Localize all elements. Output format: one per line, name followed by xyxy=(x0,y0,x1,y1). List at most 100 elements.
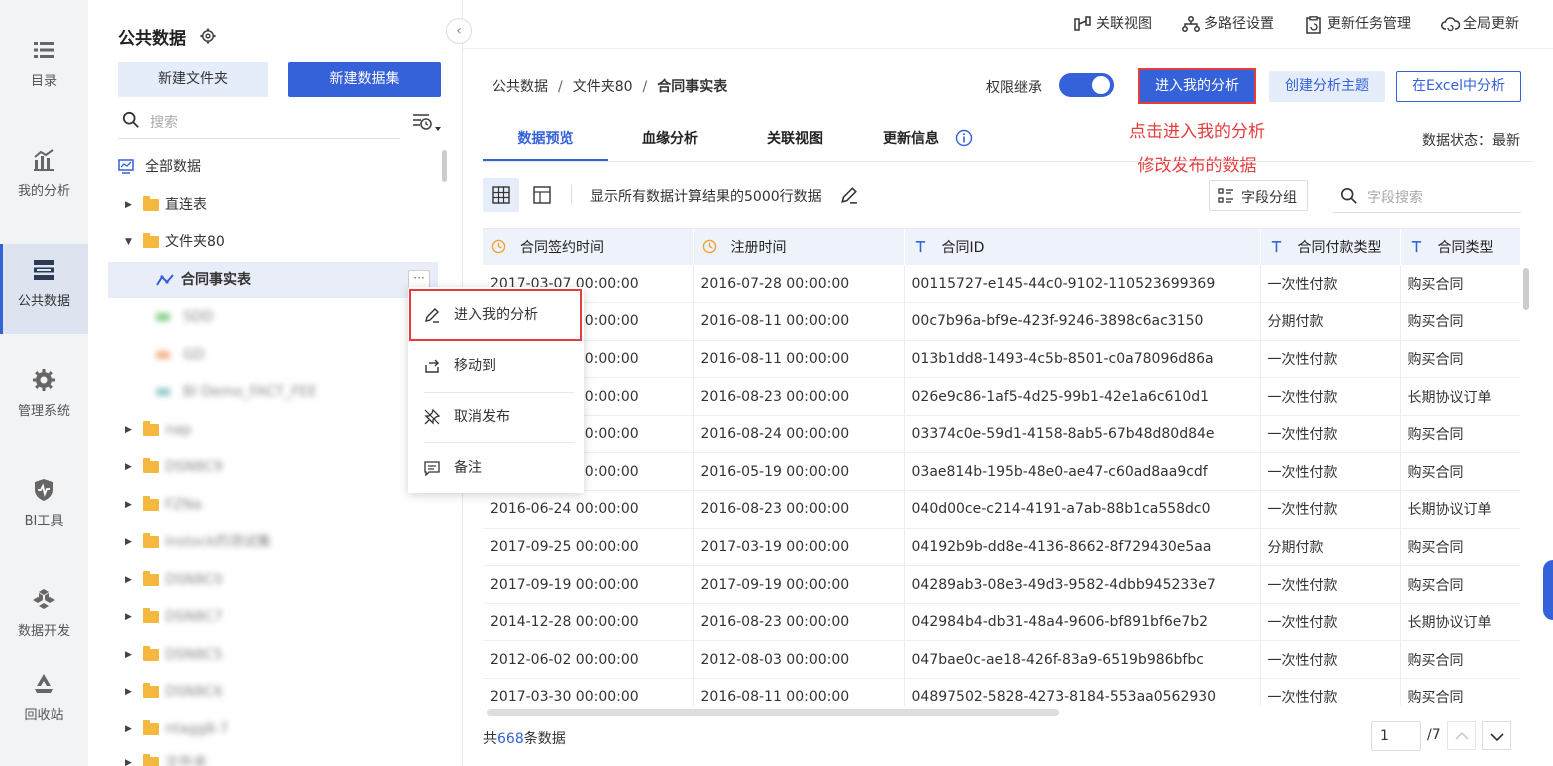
vertical-scrollbar[interactable] xyxy=(1523,268,1529,310)
caret-right-icon[interactable]: ▶ xyxy=(125,637,132,673)
table-row[interactable]: 2016-06-24 00:00:002016-08-23 00:00:0002… xyxy=(483,377,1520,416)
related-view-tool[interactable]: 关联视图 xyxy=(1074,14,1164,34)
caret-right-icon[interactable]: ▶ xyxy=(125,674,132,710)
menu-item-note[interactable]: 备注 xyxy=(408,443,584,493)
tree-folder-row[interactable]: ▶ DSN8C7 xyxy=(108,599,438,635)
settings-icon[interactable] xyxy=(199,27,217,45)
column-header-label: 合同付款类型 xyxy=(1297,240,1382,256)
page-number-input[interactable]: 1 xyxy=(1371,721,1421,751)
tree-folder-row[interactable]: ▶ DSN8C0 xyxy=(108,562,438,598)
table-row[interactable]: 2016-06-24 00:00:002016-08-24 00:00:0003… xyxy=(483,415,1520,454)
column-header[interactable]: 合同类型 xyxy=(1400,229,1520,265)
table-row[interactable]: 2016-06-24 00:00:00 2016-08-23 00:00:00 04… xyxy=(483,490,1520,529)
tree-folder-row[interactable]: ▶ FZNa xyxy=(108,487,438,523)
table-cell: 040d00ce-c214-4191-a7ab-88b1ca558dc0 xyxy=(904,490,1261,529)
excel-analysis-button[interactable]: 在Excel中分析 xyxy=(1396,71,1521,102)
column-header[interactable]: 合同付款类型 xyxy=(1260,229,1401,265)
global-update-tool[interactable]: 全局更新 xyxy=(1441,14,1533,34)
table-cell: 购买合同 xyxy=(1400,265,1520,304)
new-folder-button[interactable]: 新建文件夹 xyxy=(118,62,268,97)
caret-right-icon[interactable]: ▶ xyxy=(125,745,132,766)
table-row[interactable]: 2017-09-25 00:00:00 2017-03-19 00:00:00 04… xyxy=(483,528,1520,567)
prev-page-button[interactable] xyxy=(1447,721,1476,750)
tree-folder-row[interactable]: ▶ Instock的测试集 xyxy=(108,524,438,560)
next-page-button[interactable] xyxy=(1482,721,1511,750)
nav-item-my-analysis[interactable]: 我的分析 xyxy=(0,134,88,224)
table-row[interactable]: 2016-06-24 00:00:002016-08-11 00:00:0000… xyxy=(483,302,1520,341)
tree-search-input[interactable]: 搜索 xyxy=(150,112,178,132)
tree-folder-row[interactable]: ▶ DSN8C5 xyxy=(108,637,438,673)
nav-item-data-dev[interactable]: 数据开发 xyxy=(0,574,88,664)
layout-view-button[interactable] xyxy=(524,178,560,212)
enter-analysis-button[interactable]: 进入我的分析 xyxy=(1138,68,1256,104)
tree-folder-row[interactable]: ▶ ntagg8-7 xyxy=(108,711,438,747)
menu-item-move-to[interactable]: 移动到 xyxy=(408,341,584,391)
caret-right-icon[interactable]: ▶ xyxy=(125,711,132,747)
nav-item-public-data[interactable]: 公共数据 xyxy=(0,244,88,334)
edit-icon[interactable] xyxy=(840,186,858,204)
data-grid: 合同签约时间 注册时间 合同ID 合同付款类型 合同类型 2017-03-07 … xyxy=(483,228,1520,706)
create-topic-button[interactable]: 创建分析主题 xyxy=(1269,71,1385,102)
info-icon[interactable] xyxy=(955,129,973,147)
tree-node-all-data[interactable]: 全部数据 xyxy=(108,149,438,185)
tree-folder-row[interactable]: ▶ DSN8C9 xyxy=(108,449,438,485)
caret-right-icon[interactable]: ▶ xyxy=(125,449,132,485)
tab-data-preview[interactable]: 数据预览 xyxy=(483,128,608,162)
column-header-label: 注册时间 xyxy=(730,240,787,256)
table-row[interactable]: 2016-06-24 00:00:002016-08-11 00:00:0001… xyxy=(483,340,1520,379)
tree-folder-row[interactable]: ▶ nap xyxy=(108,412,438,448)
nav-item-bi-tools[interactable]: BI工具 xyxy=(0,464,88,554)
table-cell: 分期付款 xyxy=(1260,528,1401,567)
tree-node-folder80[interactable]: ▼ 文件夹80 xyxy=(108,224,438,260)
nav-item-catalog[interactable]: 目录 xyxy=(0,24,88,114)
column-header[interactable]: 合同签约时间 xyxy=(483,229,694,265)
multipath-tool[interactable]: 多路径设置 xyxy=(1182,14,1287,34)
tree-node-blurred[interactable]: BI Demo_FACT_FEE xyxy=(108,374,438,410)
tree-node-direct-table[interactable]: ▶ 直连表 xyxy=(108,187,438,223)
tree-node-blurred[interactable]: SDD xyxy=(108,299,438,335)
inherit-toggle[interactable] xyxy=(1059,73,1114,97)
nav-item-recycle[interactable]: 回收站 xyxy=(0,658,88,748)
tree-folder-row[interactable]: ▶ DSN8C6 xyxy=(108,674,438,710)
column-header[interactable]: 注册时间 xyxy=(693,229,905,265)
table-cell: 2017-03-30 00:00:00 xyxy=(483,678,694,706)
tree-node-blurred[interactable]: GD xyxy=(108,337,438,373)
breadcrumb-item[interactable]: 公共数据 xyxy=(492,79,548,95)
new-dataset-button[interactable]: 新建数据集 xyxy=(288,62,441,97)
field-search-input[interactable]: 字段搜索 xyxy=(1367,187,1423,207)
caret-right-icon[interactable]: ▶ xyxy=(125,562,132,598)
tree-folder-row[interactable]: ▶ 文件夹 xyxy=(108,745,438,766)
breadcrumb-item[interactable]: 文件夹80 xyxy=(573,79,633,95)
menu-item-unpublish[interactable]: 取消发布 xyxy=(408,392,584,442)
table-cell: 长期协议订单 xyxy=(1400,490,1520,529)
collapse-panel-button[interactable]: ‹ xyxy=(446,18,472,44)
grid-view-button[interactable] xyxy=(483,178,519,212)
folder-icon xyxy=(143,720,159,735)
update-tasks-tool[interactable]: 更新任务管理 xyxy=(1305,14,1425,34)
tab-lineage[interactable]: 血缘分析 xyxy=(620,128,720,162)
caret-right-icon[interactable]: ▶ xyxy=(125,487,132,523)
nav-item-management[interactable]: 管理系统 xyxy=(0,354,88,444)
caret-right-icon[interactable]: ▶ xyxy=(125,524,132,560)
column-header[interactable]: 合同ID xyxy=(904,229,1261,265)
table-row[interactable]: 2016-06-24 00:00:002016-05-19 00:00:0003… xyxy=(483,452,1520,492)
tree-node-contract-fact[interactable]: 合同事实表 ··· xyxy=(108,262,438,298)
caret-right-icon[interactable]: ▶ xyxy=(125,187,132,223)
caret-down-icon[interactable]: ▼ xyxy=(125,224,132,260)
table-row[interactable]: 2014-12-28 00:00:00 2016-08-23 00:00:00 04… xyxy=(483,603,1520,642)
recycle-icon xyxy=(35,674,53,693)
side-float-handle[interactable] xyxy=(1543,560,1553,620)
horizontal-scrollbar[interactable] xyxy=(487,709,1059,716)
table-row[interactable]: 2017-03-30 00:00:00 2016-08-11 00:00:00 04… xyxy=(483,678,1520,706)
sort-filter-icon[interactable] xyxy=(411,112,443,134)
caret-right-icon[interactable]: ▶ xyxy=(125,599,132,635)
field-group-button[interactable]: 字段分组 xyxy=(1209,180,1308,211)
table-row[interactable]: 2017-09-19 00:00:00 2017-09-19 00:00:00 04… xyxy=(483,565,1520,604)
tab-update-info[interactable]: 更新信息 xyxy=(883,128,958,162)
caret-right-icon[interactable]: ▶ xyxy=(125,412,132,448)
table-row[interactable]: 2012-06-02 00:00:00 2012-08-03 00:00:00 04… xyxy=(483,640,1520,680)
tree-scrollbar[interactable] xyxy=(442,150,447,182)
table-row[interactable]: 2017-03-07 00:00:00 2016-07-28 00:00:00 00… xyxy=(483,265,1520,304)
tab-related-view[interactable]: 关联视图 xyxy=(745,128,845,162)
table-cell: 04897502-5828-4273-8184-553aa0562930 xyxy=(904,678,1261,706)
